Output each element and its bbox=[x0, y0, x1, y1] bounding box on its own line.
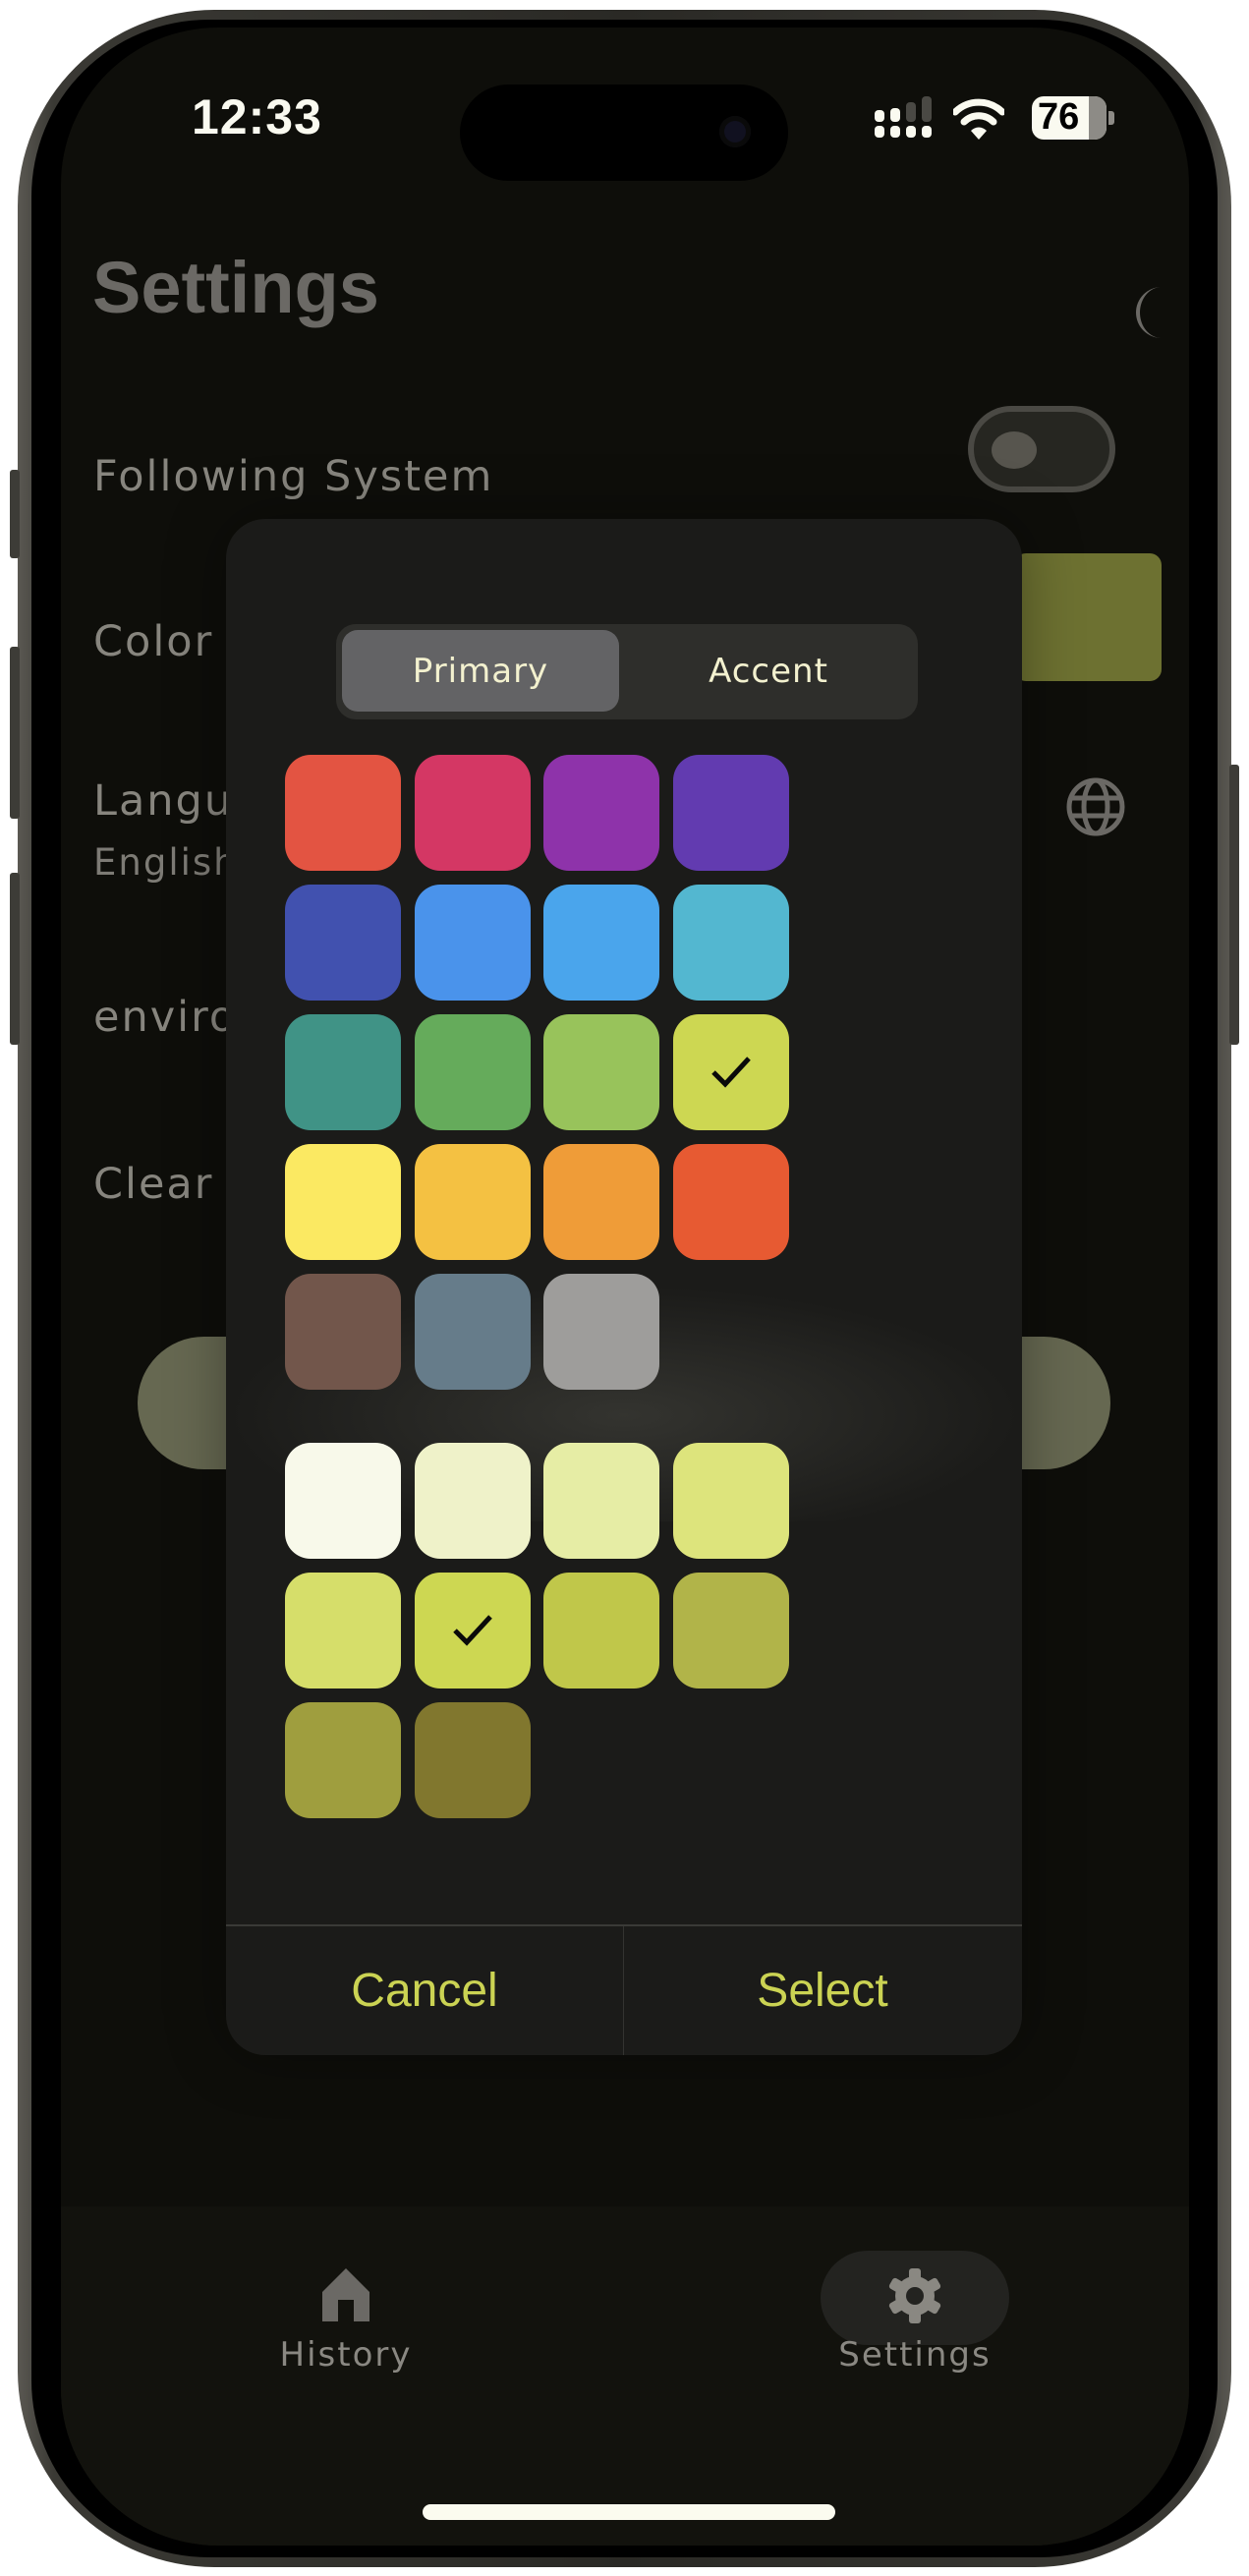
primary-color-swatch[interactable] bbox=[673, 755, 789, 871]
tab-settings-label: Settings bbox=[838, 2335, 992, 2375]
device-action-button bbox=[10, 470, 20, 558]
shade-color-swatch[interactable] bbox=[673, 1443, 789, 1559]
tab-primary[interactable]: Primary bbox=[342, 630, 619, 712]
device-volume-down-button bbox=[10, 873, 20, 1045]
primary-color-swatch[interactable] bbox=[285, 1274, 401, 1390]
tab-settings[interactable]: Settings bbox=[767, 2266, 1062, 2375]
select-button[interactable]: Select bbox=[624, 1926, 1021, 2055]
primary-color-swatch[interactable] bbox=[415, 885, 531, 1001]
shade-color-swatch[interactable] bbox=[285, 1573, 401, 1689]
color-type-segmented-control: Primary Accent bbox=[336, 624, 918, 719]
primary-color-swatch[interactable] bbox=[285, 1014, 401, 1130]
language-value: English bbox=[93, 841, 239, 884]
primary-color-swatch[interactable] bbox=[543, 1144, 659, 1260]
shade-color-swatch[interactable] bbox=[285, 1443, 401, 1559]
moon-icon[interactable] bbox=[1122, 285, 1169, 340]
device-power-button bbox=[1229, 765, 1239, 1045]
primary-color-swatch[interactable] bbox=[285, 1144, 401, 1260]
shade-color-swatch[interactable] bbox=[285, 1702, 401, 1818]
screen: 12:33 76 Settings Following System Color… bbox=[61, 28, 1189, 2546]
primary-color-swatch[interactable] bbox=[415, 1274, 531, 1390]
tab-history-label: History bbox=[279, 2335, 413, 2375]
home-indicator[interactable] bbox=[423, 2504, 835, 2520]
battery-level: 76 bbox=[1038, 96, 1080, 138]
battery-tip bbox=[1108, 111, 1114, 125]
following-system-label: Following System bbox=[93, 452, 494, 501]
shade-color-swatch[interactable] bbox=[415, 1573, 531, 1689]
color-label: Color bbox=[93, 617, 214, 666]
toggle-knob bbox=[992, 431, 1037, 469]
primary-color-swatch[interactable] bbox=[415, 1014, 531, 1130]
primary-color-swatch[interactable] bbox=[285, 755, 401, 871]
primary-color-swatch[interactable] bbox=[543, 1274, 659, 1390]
front-camera bbox=[719, 116, 751, 147]
primary-color-swatch[interactable] bbox=[543, 755, 659, 871]
primary-color-swatch[interactable] bbox=[415, 755, 531, 871]
gear-icon bbox=[888, 2268, 941, 2323]
battery-icon: 76 bbox=[1032, 96, 1107, 140]
primary-color-swatch[interactable] bbox=[285, 885, 401, 1001]
cancel-button[interactable]: Cancel bbox=[226, 1926, 623, 2055]
shade-color-swatch[interactable] bbox=[673, 1573, 789, 1689]
tab-bar bbox=[61, 2206, 1189, 2546]
primary-color-swatch[interactable] bbox=[673, 1014, 789, 1130]
wifi-icon bbox=[953, 98, 1004, 140]
shade-color-swatch[interactable] bbox=[415, 1443, 531, 1559]
shade-color-swatch[interactable] bbox=[543, 1573, 659, 1689]
globe-icon[interactable] bbox=[1065, 776, 1126, 837]
checkmark-icon bbox=[453, 1615, 492, 1646]
home-icon bbox=[322, 2268, 369, 2321]
primary-color-swatch[interactable] bbox=[673, 1144, 789, 1260]
status-time: 12:33 bbox=[192, 89, 322, 144]
color-picker-dialog: Primary Accent Cancel Select bbox=[226, 519, 1022, 2055]
checkmark-icon bbox=[711, 1057, 751, 1088]
primary-color-swatch[interactable] bbox=[543, 885, 659, 1001]
primary-color-swatch[interactable] bbox=[415, 1144, 531, 1260]
following-system-toggle[interactable] bbox=[968, 406, 1115, 492]
cellular-signal-icon bbox=[875, 96, 932, 138]
current-color-swatch[interactable] bbox=[1014, 553, 1162, 681]
primary-color-swatch[interactable] bbox=[543, 1014, 659, 1130]
primary-color-swatch[interactable] bbox=[673, 885, 789, 1001]
clear-label[interactable]: Clear bbox=[93, 1160, 213, 1209]
tab-history[interactable]: History bbox=[199, 2266, 493, 2375]
device-volume-up-button bbox=[10, 647, 20, 819]
page-title: Settings bbox=[92, 247, 379, 328]
shade-color-swatch[interactable] bbox=[543, 1443, 659, 1559]
tab-accent[interactable]: Accent bbox=[625, 630, 912, 712]
shade-color-swatch[interactable] bbox=[415, 1702, 531, 1818]
